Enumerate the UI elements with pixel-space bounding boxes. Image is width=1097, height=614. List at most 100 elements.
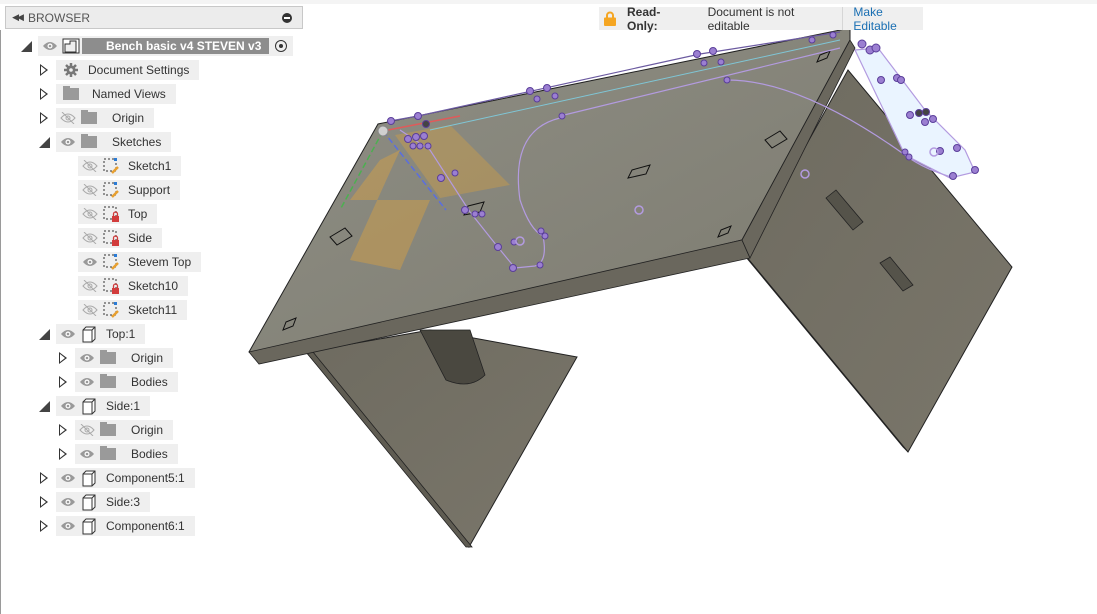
browser-panel-header: ◀◀ BROWSER [5, 6, 303, 29]
tree-item-pill[interactable]: Bodies [75, 444, 178, 464]
tree-item-sketch[interactable]: Top [78, 204, 158, 224]
tree-item[interactable]: Origin [38, 108, 155, 128]
expand-toggle[interactable] [38, 396, 50, 416]
tree-item[interactable]: Origin [57, 420, 174, 440]
component-icon [78, 324, 100, 344]
tree-item-pill[interactable]: Side:3 [56, 492, 151, 512]
eye-hidden-icon[interactable] [80, 228, 100, 248]
expand-toggle[interactable] [38, 324, 50, 344]
eye-hidden-icon[interactable] [80, 300, 100, 320]
browser-title: BROWSER [28, 10, 91, 25]
eye-icon[interactable] [77, 372, 97, 392]
tree-item-sketch[interactable]: Sketch1 [78, 156, 182, 176]
tree-item-sketch[interactable]: Support [78, 180, 181, 200]
expand-toggle[interactable] [38, 84, 50, 104]
tree-item-label: Bodies [131, 447, 168, 461]
eye-icon[interactable] [58, 324, 78, 344]
tree-item-pill[interactable]: Support [78, 180, 181, 200]
tree-item-pill[interactable]: Sketches [56, 132, 172, 152]
expand-toggle[interactable] [38, 492, 50, 512]
tree-root[interactable]: Bench basic v4 STEVEN v3 [20, 36, 294, 56]
eye-icon[interactable] [80, 252, 100, 272]
component-icon [78, 396, 100, 416]
tree-item-pill[interactable]: Side:1 [56, 396, 151, 416]
expand-toggle[interactable] [20, 36, 32, 56]
tree-item-label: Sketches [112, 135, 162, 149]
expand-toggle[interactable] [38, 516, 50, 536]
origin-point[interactable] [377, 125, 389, 137]
left-leg [305, 329, 578, 549]
tree-item-pill[interactable]: Component5:1 [56, 468, 195, 488]
tree-item-label: Top [128, 207, 148, 221]
eye-hidden-icon[interactable] [58, 108, 78, 128]
tree-item-sketch[interactable]: Sketch11 [78, 300, 188, 320]
expand-toggle[interactable] [38, 468, 50, 488]
expand-toggle[interactable] [38, 132, 50, 152]
tree-item-pill[interactable]: Origin [75, 420, 174, 440]
tree-item-component[interactable]: Component5:1 [38, 468, 195, 488]
double-chevron-left-icon[interactable]: ◀◀ [6, 12, 28, 23]
tree-item-pill[interactable]: Sketch1 [78, 156, 182, 176]
eye-hidden-icon[interactable] [80, 204, 100, 224]
expand-toggle[interactable] [38, 108, 50, 128]
tree-item-label: Stevem Top [128, 255, 192, 269]
tree-item[interactable]: Origin [57, 348, 174, 368]
tree-item-component[interactable]: Top:1 [38, 324, 146, 344]
tree-item-pill[interactable]: Component6:1 [56, 516, 195, 536]
eye-hidden-icon[interactable] [80, 276, 100, 296]
tree-item-sketch[interactable]: Sketch10 [78, 276, 189, 296]
tree-item-pill[interactable]: Top:1 [56, 324, 146, 344]
gear-icon [60, 60, 82, 80]
tree-item-pill[interactable]: Origin [75, 348, 174, 368]
tree-item[interactable]: Bodies [57, 372, 178, 392]
eye-icon[interactable] [77, 348, 97, 368]
tree-item[interactable]: Named Views [38, 84, 176, 104]
tree-item-pill[interactable]: Sketch11 [78, 300, 188, 320]
expand-toggle[interactable] [57, 372, 69, 392]
eye-icon[interactable] [40, 36, 60, 56]
tree-item[interactable]: Bodies [57, 444, 178, 464]
tree-item-pill[interactable]: Top [78, 204, 158, 224]
tree-item-pill[interactable]: Named Views [56, 84, 176, 104]
tree-item-pill[interactable]: Sketch10 [78, 276, 189, 296]
sketch-icon [100, 252, 122, 272]
tree-item-label: Side:3 [106, 495, 141, 509]
tree-item[interactable]: Document Settings [38, 60, 200, 80]
table-top[interactable] [248, 27, 856, 365]
eye-icon[interactable] [58, 516, 78, 536]
expand-toggle[interactable] [57, 348, 69, 368]
tree-root-pill[interactable]: Bench basic v4 STEVEN v3 [38, 36, 294, 56]
expand-toggle[interactable] [38, 60, 50, 80]
tree-item-label: Sketch1 [128, 159, 172, 173]
eye-icon[interactable] [77, 444, 97, 464]
eye-icon[interactable] [58, 132, 78, 152]
tree-item-label: Named Views [92, 87, 166, 101]
eye-hidden-icon[interactable] [77, 420, 97, 440]
tree-item-label: Component5:1 [106, 471, 185, 485]
tree-item-component[interactable]: Component6:1 [38, 516, 195, 536]
eye-hidden-icon[interactable] [80, 180, 100, 200]
tree-item[interactable]: Sketches [38, 132, 172, 152]
tree-item-pill[interactable]: Bodies [75, 372, 178, 392]
sketch-icon [100, 300, 122, 320]
tree-item-pill[interactable]: Document Settings [56, 60, 200, 80]
tree-item-pill[interactable]: Origin [56, 108, 155, 128]
eye-icon[interactable] [58, 492, 78, 512]
eye-icon[interactable] [58, 396, 78, 416]
eye-hidden-icon[interactable] [80, 156, 100, 176]
expand-toggle[interactable] [57, 420, 69, 440]
tree-item-label: Top:1 [106, 327, 136, 341]
assembly-icon [60, 36, 82, 56]
tree-item-pill[interactable]: Side [78, 228, 163, 248]
eye-icon[interactable] [58, 468, 78, 488]
sketch-locked-icon [100, 228, 122, 248]
minus-circle-icon[interactable] [282, 12, 292, 23]
make-editable-link[interactable]: Make Editable [853, 5, 923, 33]
tree-item-component[interactable]: Side:1 [38, 396, 151, 416]
tree-item-pill[interactable]: Stevem Top [78, 252, 202, 272]
radio-active-icon[interactable] [275, 40, 288, 52]
tree-item-sketch[interactable]: Side [78, 228, 163, 248]
tree-item-component[interactable]: Side:3 [38, 492, 151, 512]
tree-item-sketch[interactable]: Stevem Top [78, 252, 202, 272]
expand-toggle[interactable] [57, 444, 69, 464]
